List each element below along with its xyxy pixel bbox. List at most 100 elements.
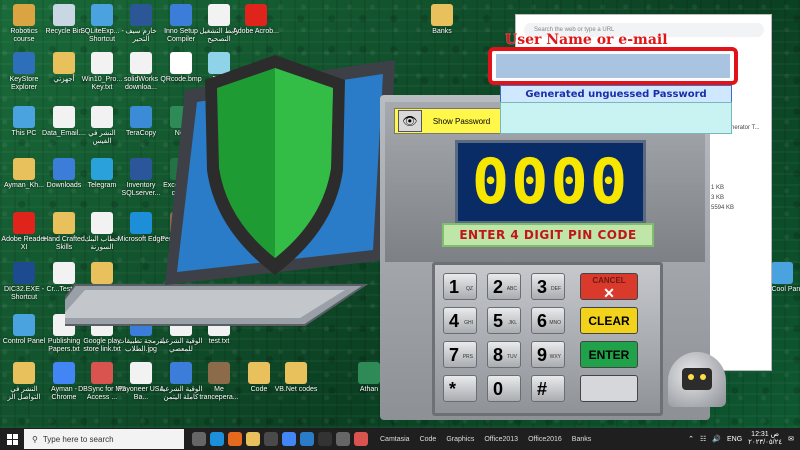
clock-date: ٢٠٢٣/٠٥/٢٤ [748, 439, 783, 446]
key-letters: WXY [549, 354, 561, 360]
keypad-key[interactable]: 0 [487, 375, 521, 402]
keypad-key[interactable]: 6 MNO [531, 307, 565, 334]
key-digit: 0 [493, 379, 504, 399]
key-letters: GHI [464, 320, 473, 326]
key-digit: 6 [537, 311, 548, 331]
chrome-icon[interactable] [282, 432, 296, 446]
desktop-icon-image [285, 362, 307, 384]
desktop-icon-image [13, 52, 35, 74]
explorer-icon[interactable] [246, 432, 260, 446]
firefox-icon[interactable] [228, 432, 242, 446]
clear-button[interactable]: CLEAR [580, 307, 638, 334]
keypad-key[interactable]: 9 WXY [531, 341, 565, 368]
keypad-key[interactable]: 3 DEF [531, 273, 565, 300]
size-2: 3 KB [711, 195, 725, 201]
desktop-icon-image [13, 158, 35, 180]
show-password-button[interactable]: 👁 Show Password [394, 108, 502, 134]
enter-button[interactable]: ENTER [580, 341, 638, 368]
blank-button[interactable] [580, 375, 638, 402]
app-icon-3[interactable] [336, 432, 350, 446]
desktop-icon-image [130, 4, 152, 26]
app-icon-2[interactable] [318, 432, 332, 446]
desktop-icon-image [208, 4, 230, 26]
app-icon-1[interactable] [300, 432, 314, 446]
username-input[interactable] [496, 54, 730, 78]
desktop-icon-image [248, 362, 270, 384]
desktop-icon-label: Banks [432, 28, 452, 35]
windows-icon [6, 433, 18, 445]
taskbar-search[interactable]: ⚲ Type here to search [24, 429, 184, 449]
keypad-key[interactable]: 2 ABC [487, 273, 521, 300]
key-letters: QZ [466, 286, 473, 292]
key-digit: 1 [449, 277, 460, 297]
keypad-key[interactable]: * [443, 375, 477, 402]
task-view-icon[interactable] [192, 432, 206, 446]
clock[interactable]: 12:31 ص ٢٠٢٣/٠٥/٢٤ [748, 431, 782, 447]
desktop-icon-image [358, 362, 380, 384]
system-tray: ⌃ ☷ 🔊 ENG 12:31 ص ٢٠٢٣/٠٥/٢٤ ✉ [688, 428, 794, 450]
close-icon: ✕ [603, 285, 615, 301]
key-letters: TUV [507, 354, 517, 360]
desktop-icon[interactable]: VB.Net codes [272, 362, 320, 394]
keypad-key[interactable]: 5 JKL [487, 307, 521, 334]
taskbar-folder[interactable]: Code [420, 436, 437, 443]
keypad-key[interactable]: 8 TUV [487, 341, 521, 368]
desktop-icon-image [53, 362, 75, 384]
browser-size-column: 1 KB 3 KB 5594 KB [711, 183, 734, 213]
eye-icon: 👁 [398, 110, 422, 132]
network-icon[interactable]: ☷ [700, 435, 706, 443]
desktop-icon-image [208, 362, 230, 384]
chevron-up-icon[interactable]: ⌃ [688, 435, 694, 443]
generated-password-field[interactable] [500, 102, 732, 134]
taskbar-folder[interactable]: Camtasia [380, 436, 410, 443]
taskbar: ⚲ Type here to search Camtasia Code Graphi… [0, 428, 800, 450]
keypad-key[interactable]: 1 QZ [443, 273, 477, 300]
desktop-icon-image [771, 262, 793, 284]
desktop-icon-image [91, 362, 113, 384]
username-frame [488, 47, 738, 85]
keypad-key[interactable]: 4 GHI [443, 307, 477, 334]
taskbar-folder[interactable]: Office2016 [528, 436, 562, 443]
taskbar-folder[interactable]: Office2013 [484, 436, 518, 443]
laptop-shield-illustration [65, 55, 395, 326]
size-3: 5594 KB [711, 205, 735, 211]
desktop-icon-label: Adobe Acrob... [233, 28, 279, 35]
desktop-icon-image [170, 362, 192, 384]
desktop-icon-image [13, 212, 35, 234]
app-icon-4[interactable] [354, 432, 368, 446]
key-letters: MNO [549, 320, 561, 326]
pinned-apps [192, 432, 368, 446]
enter-label: ENTER [588, 348, 630, 362]
desktop-icon-image [13, 4, 35, 26]
desktop-icon-image [13, 262, 35, 284]
desktop-icon-image [431, 4, 453, 26]
pin-digits: 0000 [471, 145, 630, 218]
show-password-label: Show Password [432, 116, 491, 126]
volume-icon[interactable]: 🔊 [712, 435, 721, 443]
desktop-icon[interactable]: Banks [418, 4, 466, 36]
taskbar-folder[interactable]: Banks [572, 436, 591, 443]
cancel-button[interactable]: CANCEL ✕ [580, 273, 638, 300]
search-icon: ⚲ [32, 434, 38, 444]
edge-icon[interactable] [210, 432, 224, 446]
notification-icon[interactable]: ✉ [788, 435, 794, 443]
language-indicator[interactable]: ENG [727, 436, 742, 443]
store-icon[interactable] [264, 432, 278, 446]
key-digit: 4 [449, 311, 460, 331]
atm-keypad: 1 QZ 2 ABC 3 DEF 4 GHI 5 JKL 6 MNO 7 PRS 8 TUV 9 WXY * 0 # C… [432, 262, 663, 416]
taskbar-folder[interactable]: Graphics [446, 436, 474, 443]
key-digit: # [537, 379, 548, 399]
keypad-key[interactable]: # [531, 375, 565, 402]
start-button[interactable] [0, 428, 24, 450]
taskbar-folders: Camtasia Code Graphics Office2013 Office2016… [380, 436, 591, 443]
desktop-icon[interactable]: Adobe Acrob... [232, 4, 280, 36]
pin-display: 0000 [455, 140, 646, 224]
key-digit: 3 [537, 277, 548, 297]
key-digit: * [449, 379, 457, 399]
keypad-key[interactable]: 7 PRS [443, 341, 477, 368]
key-digit: 7 [449, 345, 460, 365]
pin-instruction: ENTER 4 DIGIT PIN CODE [442, 223, 654, 247]
desktop-icon-image [13, 314, 35, 336]
browser-partial-text: nerator T... [731, 125, 760, 131]
size-1: 1 KB [711, 185, 725, 191]
